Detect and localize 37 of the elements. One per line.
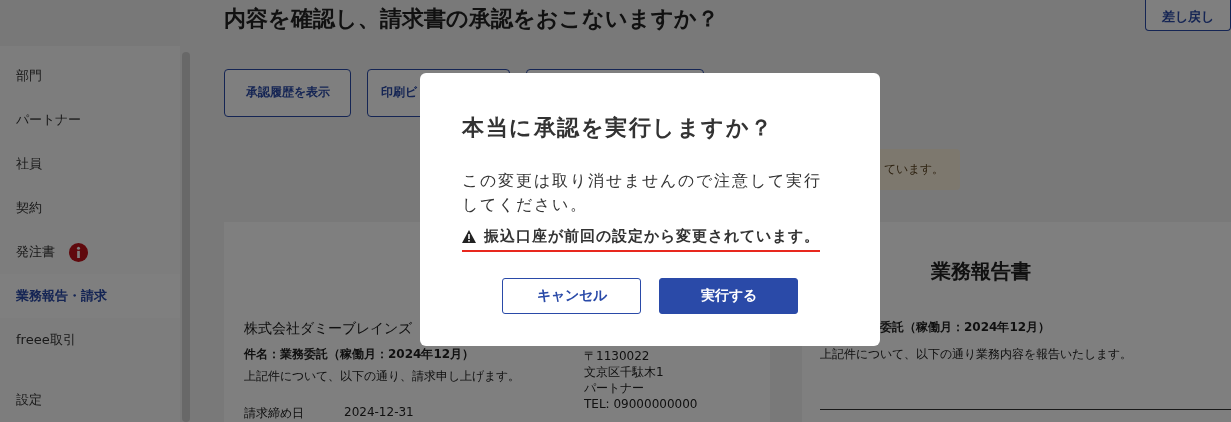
sender-line: 〒1130022 [584,348,651,364]
invoice-subject: 件名：業務委託（稼働月：2024年12月） [244,346,476,363]
sidebar-item-label: 部門 [16,67,42,85]
warning-icon [462,230,476,243]
return-button[interactable]: 差し戻し [1145,0,1231,31]
notice-text: ています。 [884,160,944,178]
dialog-title: 本当に承認を実行しますか？ [462,114,775,142]
sidebar-item-label: 発注書 [16,243,55,261]
invoice-lead: 上記件について、以下の通り、請求申し上げます。 [244,368,521,385]
page-title: 内容を確認し、請求書の承認をおこないますか？ [224,5,719,33]
cancel-button[interactable]: キャンセル [502,278,641,314]
confirm-button[interactable]: 実行する [659,278,798,314]
sidebar-item-label: 社員 [16,155,42,173]
sidebar-item[interactable]: 部門 [0,54,180,98]
report-lead: 上記件について、以下の通り業務内容を報告いたします。 [820,346,1133,363]
sidebar-item-label: パートナー [16,111,81,129]
sidebar-item[interactable]: 発注書 [0,230,180,274]
sidebar-item-label: 契約 [16,199,42,217]
sidebar-item[interactable]: 社員 [0,142,180,186]
field-value: 2024-12-31 [344,405,414,421]
sidebar-item[interactable]: パートナー [0,98,180,142]
field-label: 請求締め日 [244,405,304,422]
action-button[interactable]: 承認履歴を表示 [224,68,351,117]
warning-text: 振込口座が前回の設定から変更されています。 [484,227,820,246]
sidebar-item-label: freee取引 [16,331,76,349]
sidebar-item[interactable]: 設定 [0,378,180,422]
sender-line: 文京区千駄木1 [584,364,665,380]
sender-line: パートナー [584,380,645,396]
sidebar-item[interactable]: 契約 [0,186,180,230]
report-subject: 委託（稼働月：2024年12月） [880,319,1052,336]
report-title: 業務報告書 [930,258,1031,285]
sidebar-item-label: 業務報告・請求 [16,287,107,305]
dialog-message: この変更は取り消せませんので注意して実行してください。 [462,170,823,216]
recipient-name: 株式会社ダミーブレインズ [244,320,413,338]
sender-line: TEL: 09000000000 [584,396,699,412]
sidebar-item-label: 設定 [16,391,42,409]
sidebar-item[interactable]: freee取引 [0,318,180,362]
